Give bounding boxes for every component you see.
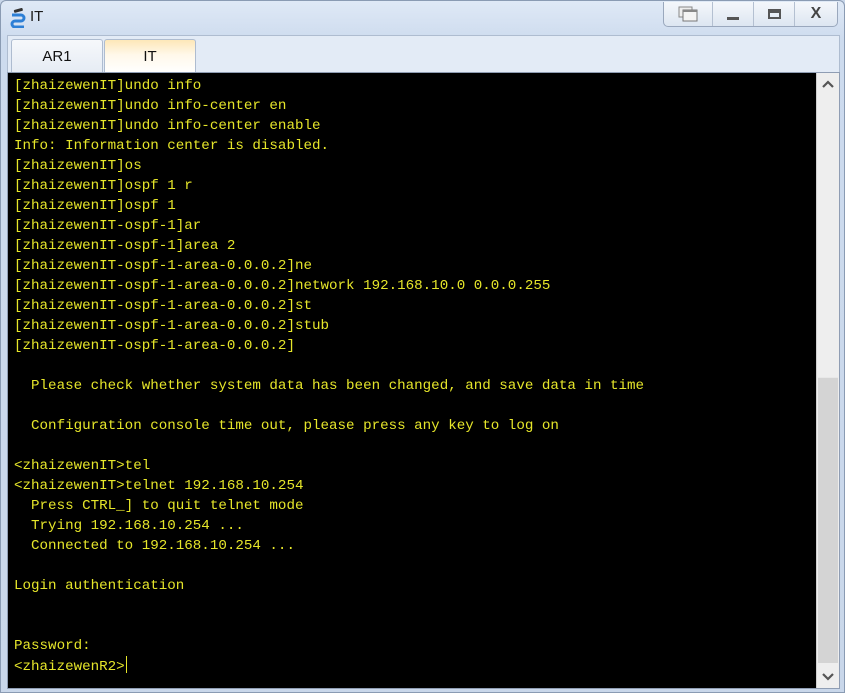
window-controls: X	[663, 2, 838, 27]
terminal-line: [zhaizewenIT-ospf-1-area-0.0.0.2]ne	[14, 258, 312, 274]
terminal-line: [zhaizewenIT-ospf-1-area-0.0.0.2]stub	[14, 318, 330, 334]
terminal-line: <zhaizewenIT>telnet 192.168.10.254	[14, 478, 304, 494]
text-cursor	[125, 656, 127, 673]
terminal-output: [zhaizewenIT]undo info [zhaizewenIT]undo …	[8, 73, 816, 676]
close-button[interactable]: X	[794, 2, 837, 26]
terminal-line: [zhaizewenIT-ospf-1]ar	[14, 218, 202, 234]
vertical-scrollbar[interactable]	[816, 73, 839, 688]
tab-ar1[interactable]: AR1	[11, 39, 103, 72]
title-bar[interactable]: IT X	[1, 1, 844, 33]
terminal-frame: [zhaizewenIT]undo info [zhaizewenIT]undo …	[7, 72, 840, 689]
terminal-line: [zhaizewenIT]undo info-center en	[14, 98, 287, 114]
scroll-up-button[interactable]	[817, 73, 839, 95]
terminal-line: Login authentication	[14, 578, 185, 594]
terminal-line: [zhaizewenIT-ospf-1-area-0.0.0.2]network…	[14, 278, 551, 294]
terminal-line: Press CTRL_] to quit telnet mode	[14, 498, 304, 514]
close-icon: X	[810, 5, 822, 22]
maximize-button[interactable]	[753, 2, 794, 26]
terminal-window: IT X AR1 IT [zhaizewenIT]undo info [zhai…	[0, 0, 845, 693]
terminal-line: Connected to 192.168.10.254 ...	[14, 538, 295, 554]
restore-window-button[interactable]	[664, 2, 712, 26]
command-prompt-line[interactable]: <zhaizewenR2>	[14, 656, 816, 676]
scrollbar-thumb[interactable]	[818, 377, 838, 663]
terminal-line: [zhaizewenIT]undo info-center enable	[14, 118, 321, 134]
minimize-button[interactable]	[712, 2, 753, 26]
restore-window-icon	[678, 6, 698, 22]
terminal-line: [zhaizewenIT]ospf 1 r	[14, 178, 193, 194]
terminal-line: <zhaizewenIT>tel	[14, 458, 151, 474]
terminal-line: Please check whether system data has bee…	[14, 378, 645, 394]
terminal-line: Trying 192.168.10.254 ...	[14, 518, 244, 534]
window-title: IT	[30, 8, 44, 25]
chevron-up-icon	[822, 80, 834, 88]
chevron-down-icon	[822, 673, 834, 681]
command-prompt: <zhaizewenR2>	[14, 659, 125, 675]
maximize-icon	[767, 9, 781, 19]
terminal-line: [zhaizewenIT]ospf 1	[14, 198, 176, 214]
terminal-line: Configuration console time out, please p…	[14, 418, 559, 434]
minimize-icon	[727, 16, 739, 20]
terminal-line: [zhaizewenIT-ospf-1]area 2	[14, 238, 236, 254]
terminal-console[interactable]: [zhaizewenIT]undo info [zhaizewenIT]undo …	[8, 73, 816, 688]
tab-it[interactable]: IT	[104, 39, 196, 73]
terminal-line: [zhaizewenIT]os	[14, 158, 142, 174]
terminal-line: [zhaizewenIT]undo info	[14, 78, 202, 94]
tab-label: AR1	[42, 47, 72, 65]
terminal-line: [zhaizewenIT-ospf-1-area-0.0.0.2]	[14, 338, 295, 354]
tab-strip: AR1 IT	[7, 35, 840, 73]
scroll-down-button[interactable]	[817, 666, 839, 688]
network-device-icon	[8, 7, 28, 29]
terminal-line: Password:	[14, 638, 91, 654]
terminal-line: Info: Information center is disabled.	[14, 138, 330, 154]
tab-label: IT	[143, 48, 157, 65]
terminal-line: [zhaizewenIT-ospf-1-area-0.0.0.2]st	[14, 298, 312, 314]
